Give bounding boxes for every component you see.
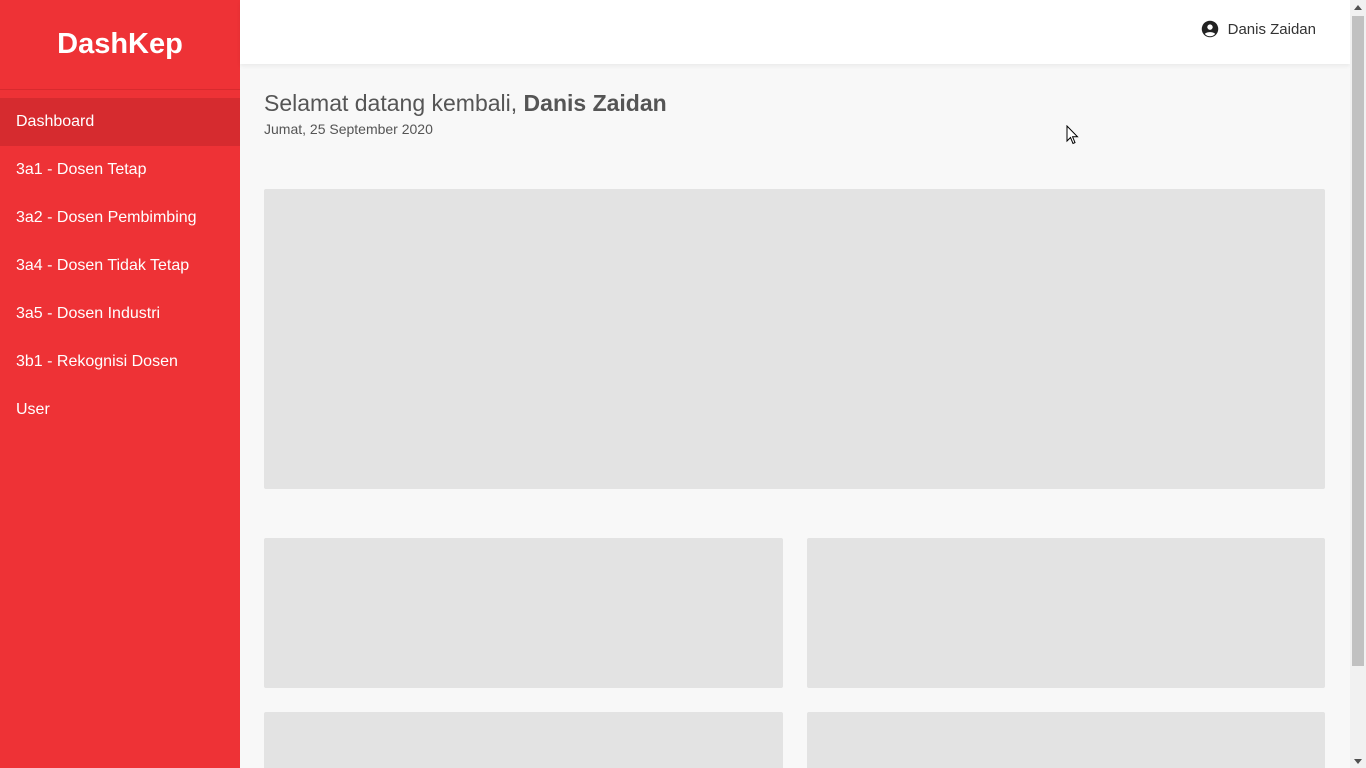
sidebar-item-dosen-pembimbing[interactable]: 3a2 - Dosen Pembimbing	[0, 194, 240, 242]
stat-card-placeholder	[264, 712, 783, 768]
sidebar-item-user[interactable]: User	[0, 386, 240, 434]
sidebar: DashKep Dashboard 3a1 - Dosen Tetap 3a2 …	[0, 0, 240, 768]
sidebar-item-label: 3b1 - Rekognisi Dosen	[16, 353, 178, 370]
stat-card-placeholder	[807, 712, 1325, 768]
sidebar-item-label: Dashboard	[16, 113, 95, 130]
sidebar-item-label: 3a1 - Dosen Tetap	[16, 161, 147, 178]
sidebar-item-label: 3a5 - Dosen Industri	[16, 305, 161, 322]
current-date: Jumat, 25 September 2020	[264, 121, 433, 137]
sidebar-item-dosen-industri[interactable]: 3a5 - Dosen Industri	[0, 290, 240, 338]
sidebar-item-label: User	[16, 401, 50, 418]
scroll-down-arrow-icon[interactable]	[1350, 754, 1366, 768]
scroll-up-arrow-icon[interactable]	[1350, 0, 1366, 14]
user-name: Danis Zaidan	[1227, 20, 1316, 38]
sidebar-item-rekognisi-dosen[interactable]: 3b1 - Rekognisi Dosen	[0, 338, 240, 386]
mouse-cursor-icon	[1066, 125, 1079, 145]
user-menu[interactable]: Danis Zaidan	[1201, 20, 1316, 38]
sidebar-item-dosen-tidak-tetap[interactable]: 3a4 - Dosen Tidak Tetap	[0, 242, 240, 290]
sidebar-item-dosen-tetap[interactable]: 3a1 - Dosen Tetap	[0, 146, 240, 194]
account-circle-icon	[1201, 20, 1219, 38]
sidebar-item-label: 3a2 - Dosen Pembimbing	[16, 209, 197, 226]
vertical-scrollbar[interactable]	[1350, 0, 1366, 768]
greeting-prefix: Selamat datang kembali,	[264, 90, 524, 116]
main-chart-placeholder	[264, 189, 1325, 489]
greeting-name: Danis Zaidan	[523, 90, 667, 116]
sidebar-item-label: 3a4 - Dosen Tidak Tetap	[16, 257, 190, 274]
scroll-thumb[interactable]	[1352, 16, 1364, 666]
welcome-heading: Selamat datang kembali, Danis Zaidan	[264, 90, 667, 117]
sidebar-item-dashboard[interactable]: Dashboard	[0, 98, 240, 146]
brand-logo[interactable]: DashKep	[0, 0, 240, 90]
sidebar-nav: Dashboard 3a1 - Dosen Tetap 3a2 - Dosen …	[0, 98, 240, 434]
stat-card-placeholder	[807, 538, 1325, 688]
stat-card-placeholder	[264, 538, 783, 688]
top-bar: Danis Zaidan	[240, 0, 1350, 64]
